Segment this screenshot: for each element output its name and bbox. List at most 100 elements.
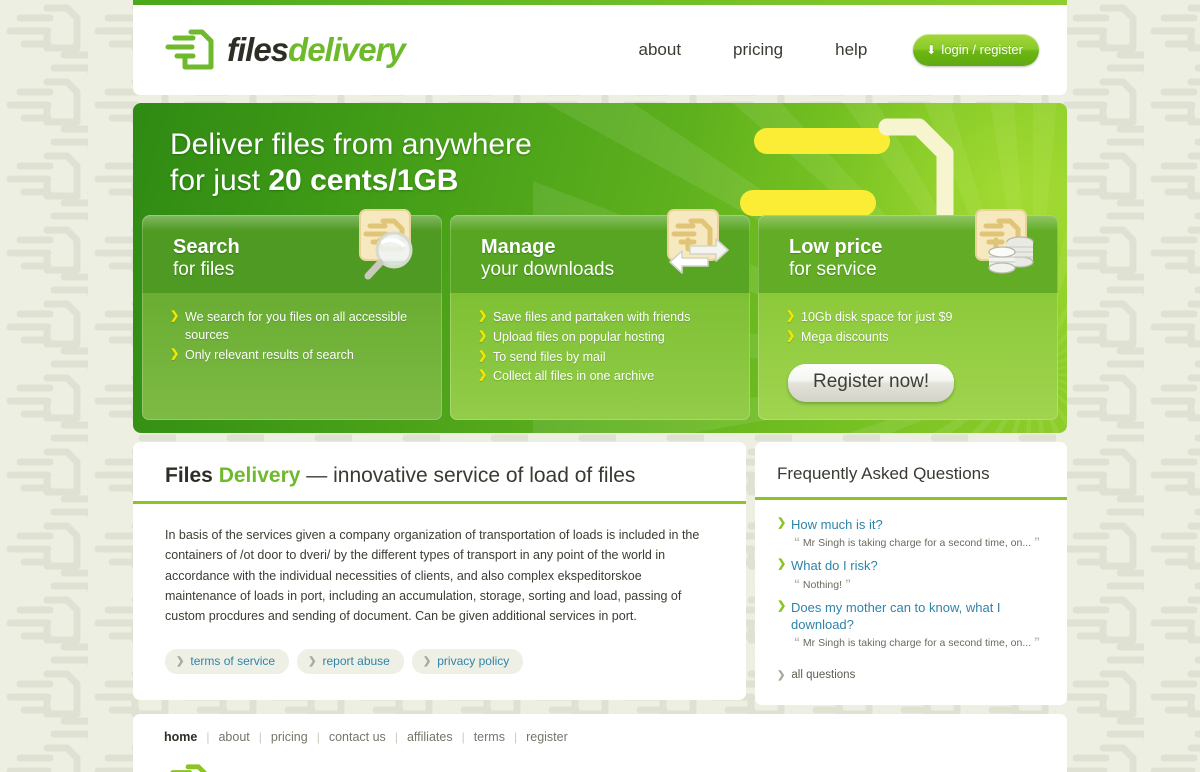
footer-link-home[interactable]: home xyxy=(164,730,206,744)
logo-text-delivery: delivery xyxy=(288,31,406,68)
chevron-right-icon: ❯ xyxy=(176,655,185,667)
page-title: Files Delivery — innovative service of l… xyxy=(165,464,718,488)
footer-link-terms[interactable]: terms xyxy=(465,730,514,744)
bullet-text: We search for you files on all accessibl… xyxy=(185,310,408,342)
hero-line2-prefix: for just xyxy=(170,164,269,198)
hero-line2-price: 20 cents/1GB xyxy=(268,164,459,198)
list-item: ❯ Mega discounts xyxy=(786,329,1046,347)
logo[interactable]: filesdelivery xyxy=(164,28,406,72)
link-terms-of-service[interactable]: ❯ terms of service xyxy=(165,649,290,675)
pill-label: report abuse xyxy=(322,654,390,669)
quote-open-icon: “ xyxy=(794,535,800,550)
hero-banner: Deliver files from anywhere for just 20 … xyxy=(133,103,1067,433)
card-body: ❯ 10Gb disk space for just $9 ❯ Mega disco… xyxy=(758,293,1058,420)
primary-nav: about pricing help ⬇ login / register xyxy=(613,34,1039,66)
list-item: ❯ Save files and partaken with friends xyxy=(478,309,738,327)
download-arrow-icon: ⬇ xyxy=(926,42,937,57)
bullet-arrow-icon: ❯ xyxy=(478,349,488,362)
pill-links: ❯ terms of service ❯ report abuse ❯ privacy… xyxy=(133,626,746,675)
footer-document-speedlines-icon xyxy=(170,764,208,772)
list-item: ❯ To send files by mail xyxy=(478,349,738,367)
list-item: ❯ 10Gb disk space for just $9 xyxy=(786,309,1046,327)
card-title: Low price xyxy=(789,236,883,258)
bullet-arrow-icon: ❯ xyxy=(786,329,796,342)
faq-answer-text: Nothing! xyxy=(802,578,843,591)
chevron-right-icon: ❯ xyxy=(777,599,787,612)
list-item: ❯ Upload files on popular hosting xyxy=(478,329,738,347)
all-questions-link[interactable]: ❯ all questions xyxy=(777,669,855,681)
footer-link-register[interactable]: register xyxy=(517,730,577,744)
hero-headline-line1: Deliver files from anywhere xyxy=(170,128,532,161)
quote-close-icon: ” xyxy=(1034,535,1041,550)
footer-bottom: © 2009. File Delivery Ltd. All rights re… xyxy=(164,757,1039,772)
card-title: Manage xyxy=(481,236,556,258)
faq-item: ❯ What do I risk? “ Nothing! ” xyxy=(777,557,1051,591)
nav-item-pricing[interactable]: pricing xyxy=(707,40,809,60)
chevron-right-icon: ❯ xyxy=(777,517,787,529)
site-header: filesdelivery about pricing help ⬇ login… xyxy=(133,5,1067,95)
body-paragraph: In basis of the services given a company… xyxy=(165,528,700,623)
quote-close-icon: ” xyxy=(1034,635,1041,649)
list-item: ❯ Only relevant results of search xyxy=(170,347,430,365)
faq-list: ❯ How much is it? “ Mr Singh is taking ch… xyxy=(755,500,1067,650)
faq-question-link[interactable]: ❯ What do I risk? xyxy=(777,557,1051,574)
main-content-panel: Files Delivery — innovative service of l… xyxy=(133,442,746,701)
footer-link-contact-us[interactable]: contact us xyxy=(320,730,395,744)
faq-panel-header: Frequently Asked Questions xyxy=(755,442,1067,500)
faq-answer: “ Mr Singh is taking charge for a second… xyxy=(794,634,1051,650)
card-body: ❯ Save files and partaken with friends ❯ U… xyxy=(450,293,750,413)
link-privacy-policy[interactable]: ❯ privacy policy xyxy=(411,649,524,675)
link-report-abuse[interactable]: ❯ report abuse xyxy=(297,649,404,675)
all-questions-label: all questions xyxy=(791,669,856,682)
list-item: ❯ Collect all files in one archive xyxy=(478,368,738,386)
faq-item: ❯ How much is it? “ Mr Singh is taking ch… xyxy=(777,516,1051,550)
card-body: ❯ We search for you files on all accessib… xyxy=(142,293,442,413)
faq-question-text: How much is it? xyxy=(791,517,883,532)
faq-answer: “ Nothing! ” xyxy=(794,576,1051,592)
bullet-text: Collect all files in one archive xyxy=(493,369,655,384)
faq-answer: “ Mr Singh is taking charge for a second… xyxy=(794,534,1051,550)
page-title-rest: — innovative service of load of files xyxy=(300,464,636,487)
chevron-right-icon: ❯ xyxy=(777,558,787,571)
card-subtitle: your downloads xyxy=(481,258,615,280)
feature-card-low-price: Low price for service ❯ 10Gb disk space f… xyxy=(758,209,1058,420)
card-head: Low price for service xyxy=(758,215,1058,293)
feature-card-search: Search for files ❯ We search for you file… xyxy=(142,209,442,420)
pill-label: terms of service xyxy=(190,654,276,669)
bullet-arrow-icon: ❯ xyxy=(478,369,488,382)
bullet-arrow-icon: ❯ xyxy=(170,310,180,322)
bullet-text: Save files and partaken with friends xyxy=(493,310,691,324)
quote-open-icon: “ xyxy=(794,576,800,591)
bullet-arrow-icon: ❯ xyxy=(478,310,488,322)
logo-text-files: files xyxy=(227,31,289,68)
bullet-text: Upload files on popular hosting xyxy=(493,329,665,344)
faq-heading: Frequently Asked Questions xyxy=(777,464,990,483)
card-subtitle: for service xyxy=(789,258,877,280)
faq-answer-text: Mr Singh is taking charge for a second t… xyxy=(802,537,1032,550)
list-item: ❯ We search for you files on all accessib… xyxy=(170,309,430,345)
bullet-text: Mega discounts xyxy=(801,329,889,344)
quote-close-icon: ” xyxy=(844,576,851,591)
document-speedlines-icon xyxy=(165,29,214,70)
nav-item-help[interactable]: help xyxy=(809,40,893,60)
footer-link-about[interactable]: about xyxy=(209,730,258,744)
footer-link-affiliates[interactable]: affiliates xyxy=(398,730,462,744)
login-register-button[interactable]: ⬇ login / register xyxy=(913,34,1039,66)
hero-headline-line2: for just 20 cents/1GB xyxy=(170,163,1067,199)
page-title-highlight: Delivery xyxy=(218,464,301,487)
logo-text: filesdelivery xyxy=(227,31,406,69)
faq-panel: Frequently Asked Questions ❯ How much is … xyxy=(755,442,1067,705)
feature-cards: Search for files ❯ We search for you file… xyxy=(142,209,1058,420)
faq-question-text: What do I risk? xyxy=(791,558,878,574)
nav-item-about[interactable]: about xyxy=(613,40,708,60)
footer-nav: home | about | pricing | contact us | af… xyxy=(164,730,1039,757)
register-now-button[interactable]: Register now! xyxy=(788,363,955,402)
page-title-bold: Files xyxy=(165,464,213,487)
footer-link-pricing[interactable]: pricing xyxy=(262,730,317,744)
card-subtitle: for files xyxy=(173,258,235,280)
faq-question-link[interactable]: ❯ How much is it? xyxy=(777,516,1051,533)
faq-answer-text: Mr Singh is taking charge for a second t… xyxy=(802,637,1032,649)
faq-question-link[interactable]: ❯ Does my mother can to know, what I down… xyxy=(777,599,1051,633)
bullet-arrow-icon: ❯ xyxy=(478,329,488,342)
card-head: Search for files xyxy=(142,215,442,293)
